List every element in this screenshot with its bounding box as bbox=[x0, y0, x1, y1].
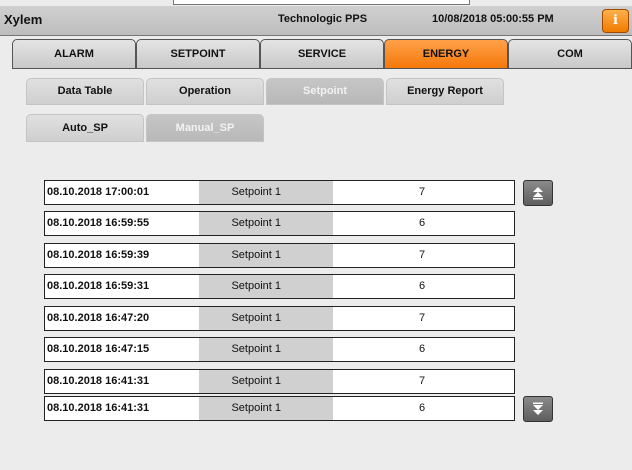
setpoint-sub-nav: Auto_SP Manual_SP bbox=[26, 114, 266, 142]
row-name: Setpoint 1 bbox=[199, 370, 333, 393]
tab-setpoint-log[interactable]: Setpoint bbox=[266, 78, 384, 105]
table-row[interactable]: 08.10.2018 16:59:55 Setpoint 1 6 bbox=[44, 211, 515, 236]
row-value: 7 bbox=[333, 370, 514, 393]
row-timestamp: 08.10.2018 16:59:31 bbox=[45, 275, 199, 298]
system-name: Technologic PPS bbox=[278, 13, 368, 25]
tab-auto-sp[interactable]: Auto_SP bbox=[26, 114, 144, 142]
top-edge-box bbox=[173, 0, 470, 5]
tab-energy-report[interactable]: Energy Report bbox=[386, 78, 504, 105]
row-name: Setpoint 1 bbox=[199, 397, 333, 420]
row-value: 7 bbox=[333, 244, 514, 267]
row-timestamp: 08.10.2018 16:47:15 bbox=[45, 338, 199, 361]
tab-energy[interactable]: ENERGY bbox=[384, 39, 508, 69]
tab-data-table[interactable]: Data Table bbox=[26, 78, 144, 105]
row-value: 7 bbox=[333, 181, 514, 204]
scroll-bottom-button[interactable] bbox=[523, 396, 553, 422]
brand-name: Xylem bbox=[4, 12, 43, 27]
row-value: 6 bbox=[333, 212, 514, 235]
row-timestamp: 08.10.2018 16:47:20 bbox=[45, 307, 199, 330]
row-timestamp: 08.10.2018 17:00:01 bbox=[45, 181, 199, 204]
tab-alarm[interactable]: ALARM bbox=[12, 39, 136, 69]
row-name: Setpoint 1 bbox=[199, 338, 333, 361]
tab-service[interactable]: SERVICE bbox=[260, 39, 384, 69]
tab-manual-sp[interactable]: Manual_SP bbox=[146, 114, 264, 142]
row-timestamp: 08.10.2018 16:59:55 bbox=[45, 212, 199, 235]
row-name: Setpoint 1 bbox=[199, 307, 333, 330]
scroll-top-button[interactable] bbox=[523, 180, 553, 206]
row-name: Setpoint 1 bbox=[199, 181, 333, 204]
row-name: Setpoint 1 bbox=[199, 212, 333, 235]
row-name: Setpoint 1 bbox=[199, 244, 333, 267]
row-timestamp: 08.10.2018 16:41:31 bbox=[45, 370, 199, 393]
tab-setpoint[interactable]: SETPOINT bbox=[136, 39, 260, 69]
table-row[interactable]: 08.10.2018 16:47:15 Setpoint 1 6 bbox=[44, 337, 515, 362]
row-name: Setpoint 1 bbox=[199, 275, 333, 298]
info-icon[interactable]: i bbox=[602, 9, 629, 33]
row-timestamp: 08.10.2018 16:41:31 bbox=[45, 397, 199, 420]
table-row[interactable]: 08.10.2018 16:59:39 Setpoint 1 7 bbox=[44, 243, 515, 268]
table-row[interactable]: 08.10.2018 17:00:01 Setpoint 1 7 bbox=[44, 180, 515, 205]
header-bar: Xylem Technologic PPS 10/08/2018 05:00:5… bbox=[0, 6, 632, 36]
row-value: 6 bbox=[333, 275, 514, 298]
scroll-bottom-icon bbox=[533, 402, 543, 415]
table-row[interactable]: 08.10.2018 16:47:20 Setpoint 1 7 bbox=[44, 306, 515, 331]
scroll-top-icon bbox=[533, 187, 543, 200]
table-row[interactable]: 08.10.2018 16:59:31 Setpoint 1 6 bbox=[44, 274, 515, 299]
energy-sub-nav: Data Table Operation Setpoint Energy Rep… bbox=[26, 78, 506, 105]
row-timestamp: 08.10.2018 16:59:39 bbox=[45, 244, 199, 267]
row-value: 7 bbox=[333, 307, 514, 330]
tab-com[interactable]: COM bbox=[508, 39, 632, 69]
main-nav: ALARM SETPOINT SERVICE ENERGY COM bbox=[12, 39, 632, 69]
tab-operation[interactable]: Operation bbox=[146, 78, 264, 105]
table-row[interactable]: 08.10.2018 16:41:31 Setpoint 1 7 bbox=[44, 369, 515, 394]
row-value: 6 bbox=[333, 397, 514, 420]
row-value: 6 bbox=[333, 338, 514, 361]
table-row[interactable]: 08.10.2018 16:41:31 Setpoint 1 6 bbox=[44, 396, 515, 421]
datetime-display: 10/08/2018 05:00:55 PM bbox=[432, 13, 554, 25]
